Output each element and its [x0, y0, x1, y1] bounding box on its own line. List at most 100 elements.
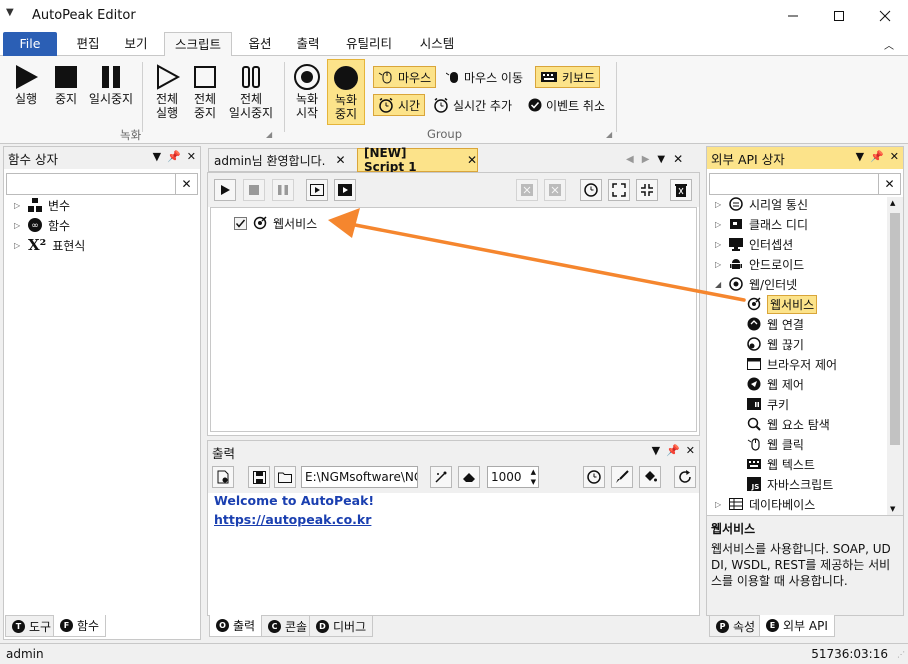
- tree-item-database[interactable]: ▷ 데이타베이스: [715, 494, 815, 514]
- tab-scroll-left-icon[interactable]: ◀: [626, 154, 634, 165]
- tree-item-functions[interactable]: ▷ ∞ 함수: [14, 215, 70, 235]
- collapse-ribbon-icon[interactable]: ︿: [884, 37, 894, 52]
- script-item-webservice[interactable]: 웹서비스: [234, 213, 317, 233]
- run-all-button[interactable]: 전체 실행: [148, 62, 186, 120]
- output-open-folder-button[interactable]: [274, 466, 296, 488]
- menu-output[interactable]: 출력: [286, 32, 330, 56]
- tab-external-api[interactable]: E 외부 API: [759, 615, 835, 637]
- output-brush-button[interactable]: [611, 466, 633, 488]
- group-launcher-icon[interactable]: ◢: [266, 130, 272, 139]
- run-button[interactable]: 실행: [8, 62, 44, 106]
- tree-item-android[interactable]: ▷ 안드로이드: [715, 254, 804, 274]
- tree-item-webservice[interactable]: 웹서비스: [747, 294, 818, 314]
- record-start-button[interactable]: 녹화 시작: [290, 62, 324, 120]
- clear-search-button[interactable]: ✕: [175, 174, 197, 194]
- tree-item-web-control[interactable]: 웹 제어: [747, 374, 804, 394]
- pause-button[interactable]: 일시중지: [86, 62, 136, 106]
- group-launcher-icon[interactable]: ◢: [606, 130, 612, 139]
- tree-item-class-dd[interactable]: ▷ 클래스 디디: [715, 214, 808, 234]
- output-erase-button[interactable]: [458, 466, 480, 488]
- dropdown-icon[interactable]: ▼: [153, 150, 161, 163]
- tree-item-web-internet[interactable]: ◢ 웹/인터넷: [715, 274, 797, 294]
- editor-step-button[interactable]: [306, 179, 328, 201]
- tree-item-javascript[interactable]: JS 자바스크립트: [747, 474, 833, 494]
- close-icon[interactable]: ✕: [187, 150, 196, 163]
- dropdown-icon[interactable]: ▼: [856, 150, 864, 163]
- menu-system[interactable]: 시스템: [412, 32, 462, 56]
- tree-item-expressions[interactable]: ▷ X² 표현식: [14, 235, 85, 255]
- api-tree-scrollbar[interactable]: ▲ ▼: [887, 197, 903, 515]
- editor-clear-button[interactable]: [544, 179, 566, 201]
- output-refresh-button[interactable]: [674, 466, 696, 488]
- pin-icon[interactable]: 📌: [167, 150, 181, 163]
- menu-edit[interactable]: 편집: [66, 32, 110, 56]
- close-tab-icon[interactable]: ✕: [467, 153, 477, 167]
- output-link[interactable]: https://autopeak.co.kr: [214, 512, 371, 527]
- quick-access-dropdown-icon[interactable]: ▼: [6, 7, 14, 18]
- tab-list-icon[interactable]: ▼: [657, 154, 665, 165]
- dropdown-icon[interactable]: ▼: [652, 444, 660, 457]
- tab-properties[interactable]: P 속성: [709, 615, 763, 637]
- tree-item-cookie[interactable]: 쿠키: [747, 394, 789, 414]
- expand-icon[interactable]: ▷: [715, 500, 723, 509]
- editor-history-button[interactable]: [580, 179, 602, 201]
- menu-options[interactable]: 옵션: [238, 32, 282, 56]
- event-cancel-button[interactable]: 이벤트 취소: [524, 94, 609, 116]
- checkbox-checked-icon[interactable]: [234, 216, 247, 230]
- tree-item-serial[interactable]: ▷ 시리얼 통신: [715, 197, 808, 214]
- time-toggle[interactable]: 시간: [373, 94, 426, 116]
- tree-item-web-click[interactable]: 웹 클릭: [747, 434, 804, 454]
- stop-all-button[interactable]: 전체 중지: [188, 62, 222, 120]
- close-icon[interactable]: ✕: [686, 444, 695, 457]
- editor-expand-button[interactable]: [608, 179, 630, 201]
- tree-item-interception[interactable]: ▷ 인터셉션: [715, 234, 793, 254]
- stop-button[interactable]: 중지: [48, 62, 84, 106]
- tab-scroll-right-icon[interactable]: ▶: [642, 154, 650, 165]
- script-canvas[interactable]: [210, 207, 697, 432]
- clear-search-button[interactable]: ✕: [878, 174, 900, 194]
- expand-icon[interactable]: ▷: [715, 240, 723, 249]
- expand-icon[interactable]: ▷: [715, 260, 723, 269]
- scroll-down-icon[interactable]: ▼: [890, 505, 895, 513]
- editor-trash-button[interactable]: [670, 179, 692, 201]
- output-save-button[interactable]: [248, 466, 270, 488]
- tree-item-web-element-search[interactable]: 웹 요소 탐색: [747, 414, 830, 434]
- keyboard-toggle[interactable]: 키보드: [535, 66, 601, 88]
- tree-item-web-connect[interactable]: 웹 연결: [747, 314, 804, 334]
- scrollbar-thumb[interactable]: [890, 213, 900, 445]
- menu-utility[interactable]: 유틸리티: [338, 32, 400, 56]
- mouse-move-toggle[interactable]: 마우스 이동: [442, 66, 527, 88]
- tab-new-script[interactable]: [NEW] Script 1 ✕: [357, 146, 478, 174]
- output-fill-button[interactable]: [639, 466, 661, 488]
- menu-script[interactable]: 스크립트: [164, 32, 232, 57]
- menu-file[interactable]: File: [3, 32, 57, 56]
- close-icon[interactable]: ✕: [890, 150, 899, 163]
- tab-console[interactable]: C 콘솔: [261, 615, 315, 637]
- output-auto-button[interactable]: [430, 466, 452, 488]
- editor-run-from-button[interactable]: [334, 179, 356, 201]
- close-button[interactable]: [862, 0, 908, 32]
- close-tab-icon[interactable]: ✕: [335, 153, 345, 167]
- stepper-arrows-icon[interactable]: ▲ ▼: [531, 467, 536, 487]
- close-icon[interactable]: ✕: [673, 152, 683, 166]
- tree-item-variables[interactable]: ▷ 변수: [14, 195, 70, 215]
- pin-icon[interactable]: 📌: [870, 150, 884, 163]
- editor-stop-button[interactable]: [243, 179, 265, 201]
- expand-icon[interactable]: ▷: [14, 221, 22, 230]
- menu-view[interactable]: 보기: [114, 32, 158, 56]
- output-line-limit-stepper[interactable]: 1000 ▲ ▼: [487, 466, 539, 488]
- pause-all-button[interactable]: 전체 일시중지: [224, 62, 278, 120]
- tree-item-browser-control[interactable]: 브라우저 제어: [747, 354, 837, 374]
- function-search-input[interactable]: ✕: [6, 173, 198, 195]
- expand-icon[interactable]: ▷: [14, 241, 22, 250]
- tab-debug[interactable]: D 디버그: [309, 615, 374, 637]
- tab-output[interactable]: O 출력: [209, 615, 263, 637]
- expand-icon[interactable]: ▷: [715, 220, 723, 229]
- output-timestamp-button[interactable]: [583, 466, 605, 488]
- maximize-button[interactable]: [816, 0, 862, 32]
- expand-icon[interactable]: ▷: [14, 201, 22, 210]
- expand-icon[interactable]: ▷: [715, 200, 723, 209]
- tab-functions[interactable]: F 함수: [53, 615, 107, 637]
- editor-delete-button[interactable]: [516, 179, 538, 201]
- resize-grip-icon[interactable]: ⋰: [897, 650, 905, 659]
